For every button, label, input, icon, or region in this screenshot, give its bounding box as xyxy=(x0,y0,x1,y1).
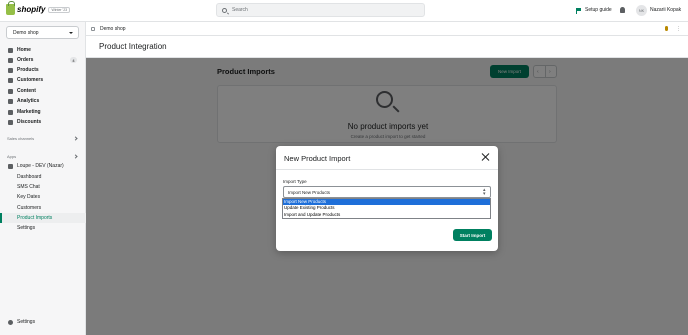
version-badge: Winter '23 xyxy=(48,6,71,13)
breadcrumb-label[interactable]: Demo shop xyxy=(100,26,126,32)
sales-channels-heading: Sales channels xyxy=(7,136,35,141)
page-header: Product Integration xyxy=(86,36,688,58)
app-name: Loupe - DEV (Nazar) xyxy=(17,163,64,169)
apps-heading: Apps xyxy=(7,154,17,159)
chevron-right-icon[interactable] xyxy=(73,136,78,141)
nav-label: Orders xyxy=(17,57,34,63)
store-icon xyxy=(91,27,95,31)
sidebar-app-loupe[interactable]: Loupe - DEV (Nazar) xyxy=(0,161,86,171)
gear-icon xyxy=(8,320,13,325)
setup-guide-label: Setup guide xyxy=(585,7,612,13)
nav-label: Marketing xyxy=(17,109,41,115)
home-icon xyxy=(8,48,13,53)
sub-item-label: Customers xyxy=(17,205,42,211)
nav-item-orders[interactable]: Orders 4 xyxy=(0,55,86,65)
app-icon xyxy=(8,164,13,169)
caret-down-icon xyxy=(69,32,73,34)
nav-item-content[interactable]: Content xyxy=(0,86,86,96)
select-value: Import New Products xyxy=(288,190,331,195)
import-type-label: Import Type xyxy=(283,179,307,184)
select-arrows-icon: ▴ ▾ xyxy=(483,187,486,197)
orders-icon xyxy=(8,58,13,63)
import-type-select[interactable]: Import New Products ▴ ▾ xyxy=(283,186,491,198)
nav-label: Analytics xyxy=(17,98,40,104)
modal-title: New Product Import xyxy=(284,154,351,163)
close-icon[interactable] xyxy=(482,153,490,161)
nav-label: Settings xyxy=(17,319,36,325)
sub-item-label: Key Dates xyxy=(17,194,41,200)
nav-label: Products xyxy=(17,67,39,73)
sub-item-label: SMS Chat xyxy=(17,184,40,190)
store-selector[interactable]: Demo shop xyxy=(6,26,79,39)
sidebar-item-key-dates[interactable]: Key Dates xyxy=(0,192,86,202)
sub-item-label: Settings xyxy=(17,225,36,231)
nav-item-discounts[interactable]: Discounts xyxy=(0,117,86,127)
nav-item-marketing[interactable]: Marketing xyxy=(0,107,86,117)
content-icon xyxy=(8,89,13,94)
start-import-button[interactable]: Start Import xyxy=(453,229,492,241)
breadcrumb: Demo shop ⋮ xyxy=(86,22,688,36)
shopify-bag-icon xyxy=(6,1,15,15)
nav-label: Home xyxy=(17,47,31,53)
sidebar-item-product-imports[interactable]: Product Imports xyxy=(0,213,86,223)
flag-icon xyxy=(576,7,581,14)
user-name[interactable]: Nazarii Kopak xyxy=(650,7,681,13)
store-name: Demo shop xyxy=(13,29,39,36)
orders-count-badge: 4 xyxy=(70,57,77,63)
bell-icon[interactable] xyxy=(620,7,625,13)
nav-item-analytics[interactable]: Analytics xyxy=(0,96,86,106)
marketing-icon xyxy=(8,110,13,115)
nav-item-customers[interactable]: Customers xyxy=(0,75,86,85)
nav-item-settings[interactable]: Settings xyxy=(0,317,86,327)
divider xyxy=(276,169,498,170)
nav-label: Discounts xyxy=(17,119,42,125)
search-bar[interactable]: Search xyxy=(216,3,425,17)
analytics-icon xyxy=(8,99,13,104)
nav-label: Customers xyxy=(17,77,44,83)
nav-label: Content xyxy=(17,88,36,94)
nav-item-products[interactable]: Products xyxy=(0,65,86,75)
import-type-options: Import New Products Update Existing Prod… xyxy=(282,198,491,219)
discount-icon xyxy=(8,120,13,125)
pin-icon[interactable] xyxy=(665,26,668,31)
setup-guide-button[interactable]: Setup guide xyxy=(576,7,612,14)
avatar[interactable]: NK xyxy=(636,5,647,16)
sidebar-item-customers[interactable]: Customers xyxy=(0,203,86,213)
sidebar: Demo shop Home Orders 4 Products Custome… xyxy=(0,22,86,335)
page-title: Product Integration xyxy=(99,42,167,51)
shopify-logo[interactable]: shopify Winter '23 xyxy=(6,1,71,15)
sub-item-label: Product Imports xyxy=(17,215,53,221)
sidebar-item-dashboard[interactable]: Dashboard xyxy=(0,172,86,182)
sidebar-item-sms-chat[interactable]: SMS Chat xyxy=(0,182,86,192)
nav-item-home[interactable]: Home xyxy=(0,45,86,55)
sub-item-label: Dashboard xyxy=(17,174,42,180)
option-import-and-update[interactable]: Import and Update Products xyxy=(283,212,490,218)
chevron-right-icon[interactable] xyxy=(73,154,78,159)
search-placeholder: Search xyxy=(232,7,248,13)
person-icon xyxy=(8,78,13,83)
top-bar: shopify Winter '23 Search Setup guide NK… xyxy=(0,0,688,22)
tag-icon xyxy=(8,68,13,73)
search-icon xyxy=(222,7,227,13)
logo-text: shopify xyxy=(17,5,46,14)
sidebar-item-app-settings[interactable]: Settings xyxy=(0,223,86,233)
more-options-icon[interactable]: ⋮ xyxy=(676,26,681,32)
